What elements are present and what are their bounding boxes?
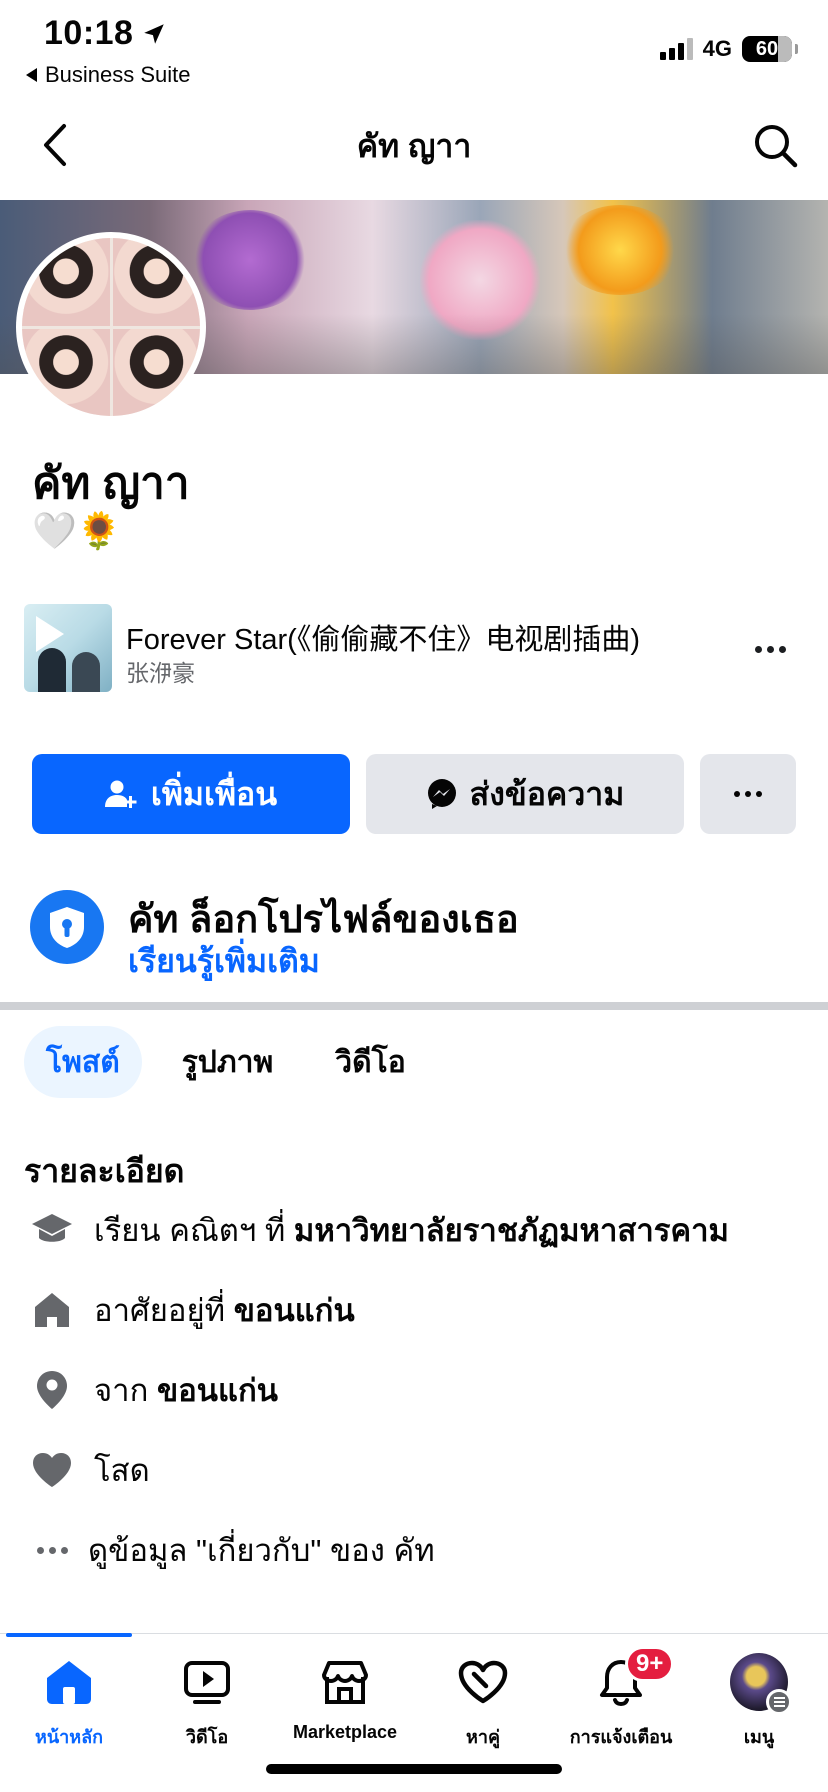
add-friend-icon bbox=[104, 780, 137, 808]
active-tab-indicator bbox=[6, 1633, 132, 1637]
heart-icon bbox=[30, 1448, 74, 1492]
tab-posts[interactable]: โพสต์ bbox=[24, 1026, 142, 1098]
nav-dating-label: หาคู่ bbox=[465, 1727, 500, 1747]
song-artist: 张洢豪 bbox=[126, 660, 195, 686]
nav-video[interactable]: วิดีโอ bbox=[138, 1652, 276, 1751]
time-label: 10:18 bbox=[44, 14, 134, 52]
messenger-icon bbox=[427, 779, 456, 809]
back-button[interactable] bbox=[30, 120, 80, 170]
home-icon bbox=[39, 1652, 99, 1712]
profile-header: คัท ญาา bbox=[0, 96, 828, 196]
more-dots-icon bbox=[30, 1528, 74, 1572]
education-school[interactable]: มหาวิทยาลัยราชภัฏมหาสารคาม bbox=[294, 1213, 729, 1248]
signal-icon bbox=[659, 38, 693, 60]
dating-heart-icon bbox=[453, 1652, 513, 1712]
section-divider bbox=[0, 1002, 828, 1010]
status-bar: 10:18 Business Suite 4G 60 bbox=[0, 0, 828, 90]
lives-in-city[interactable]: ขอนแก่น bbox=[234, 1293, 355, 1328]
tab-photos[interactable]: รูปภาพ bbox=[160, 1026, 296, 1098]
video-icon bbox=[177, 1652, 237, 1712]
details-title: รายละเอียด bbox=[24, 1153, 185, 1189]
music-more-button[interactable] bbox=[750, 634, 790, 664]
play-icon[interactable] bbox=[36, 616, 64, 652]
detail-relationship: โสด bbox=[30, 1440, 810, 1500]
nav-video-label: วิดีโอ bbox=[185, 1727, 229, 1747]
profile-avatar[interactable] bbox=[16, 232, 206, 422]
message-label: ส่งข้อความ bbox=[469, 775, 625, 812]
nav-menu[interactable]: เมนู bbox=[690, 1652, 828, 1751]
nav-marketplace[interactable]: Marketplace bbox=[276, 1652, 414, 1743]
detail-from: จาก ขอนแก่น bbox=[30, 1360, 810, 1420]
detail-lives-in: อาศัยอยู่ที่ ขอนแก่น bbox=[30, 1280, 810, 1340]
from-prefix: จาก bbox=[94, 1373, 157, 1408]
locked-profile-notice: คัท ล็อกโปรไฟล์ของเธอ เรียนรู้เพิ่มเติม bbox=[30, 888, 790, 988]
nav-menu-label: เมนู bbox=[743, 1727, 775, 1747]
marketplace-icon bbox=[315, 1652, 375, 1712]
status-time: 10:18 bbox=[44, 14, 167, 53]
status-indicators: 4G 60 bbox=[659, 36, 798, 62]
search-icon bbox=[755, 125, 798, 168]
nav-home[interactable]: หน้าหลัก bbox=[0, 1652, 138, 1751]
location-arrow-icon bbox=[144, 23, 165, 44]
add-friend-button[interactable]: เพิ่มเพื่อน bbox=[32, 754, 350, 834]
search-button[interactable] bbox=[748, 118, 804, 174]
message-button[interactable]: ส่งข้อความ bbox=[366, 754, 684, 834]
menu-avatar bbox=[729, 1652, 792, 1715]
page-title: คัท ญาา bbox=[356, 127, 472, 164]
profile-music[interactable]: Forever Star(《偷偷藏不住》电视剧插曲) 张洢豪 bbox=[24, 604, 804, 694]
see-about-link[interactable]: ดูข้อมูล "เกี่ยวกับ" ของ คัท bbox=[30, 1520, 810, 1580]
profile-bio: 🤍🌻 bbox=[32, 510, 122, 552]
bell-icon: 9+ bbox=[591, 1646, 675, 1712]
profile-name: คัท ญาา bbox=[32, 459, 190, 508]
network-type: 4G bbox=[702, 36, 732, 61]
nav-home-label: หน้าหลัก bbox=[34, 1727, 104, 1747]
see-about-label: ดูข้อมูล "เกี่ยวกับ" ของ คัท bbox=[88, 1533, 435, 1568]
from-city[interactable]: ขอนแก่น bbox=[157, 1373, 278, 1408]
add-friend-label: เพิ่มเพื่อน bbox=[150, 775, 278, 812]
back-app-label: Business Suite bbox=[45, 62, 191, 87]
bio-emojis: 🤍🌻 bbox=[32, 510, 122, 551]
graduation-cap-icon bbox=[30, 1208, 74, 1252]
home-indicator bbox=[266, 1764, 562, 1774]
profile-tabs: โพสต์ รูปภาพ วิดีโอ bbox=[24, 1026, 428, 1098]
chevron-left-icon bbox=[44, 124, 66, 166]
lives-in-prefix: อาศัยอยู่ที่ bbox=[94, 1293, 234, 1328]
detail-education: เรียน คณิตฯ ที่ มหาวิทยาลัยราชภัฏมหาสารค… bbox=[30, 1200, 810, 1260]
shield-lock-icon bbox=[30, 890, 104, 964]
nav-notifications-label: การแจ้งเตือน bbox=[569, 1727, 673, 1747]
tab-videos[interactable]: วิดีโอ bbox=[313, 1026, 427, 1098]
relationship-status: โสด bbox=[94, 1453, 150, 1488]
menu-lines-icon bbox=[766, 1689, 792, 1715]
back-to-app-link[interactable]: Business Suite bbox=[26, 62, 191, 88]
album-art[interactable] bbox=[24, 604, 112, 692]
notification-badge: 9+ bbox=[625, 1646, 675, 1682]
location-pin-icon bbox=[30, 1368, 74, 1412]
education-prefix: เรียน คณิตฯ ที่ bbox=[94, 1213, 294, 1248]
battery-level: 60 bbox=[755, 37, 779, 60]
learn-more-link[interactable]: เรียนรู้เพิ่มเติม bbox=[128, 936, 320, 987]
home-icon bbox=[30, 1288, 74, 1332]
song-title: Forever Star(《偷偷藏不住》电视剧插曲) bbox=[126, 624, 640, 656]
battery-icon: 60 bbox=[742, 36, 798, 62]
nav-dating[interactable]: หาคู่ bbox=[414, 1652, 552, 1751]
more-actions-button[interactable] bbox=[700, 754, 796, 834]
nav-marketplace-label: Marketplace bbox=[292, 1722, 398, 1742]
back-triangle-icon bbox=[26, 68, 37, 82]
nav-notifications[interactable]: 9+ การแจ้งเตือน bbox=[552, 1646, 690, 1751]
